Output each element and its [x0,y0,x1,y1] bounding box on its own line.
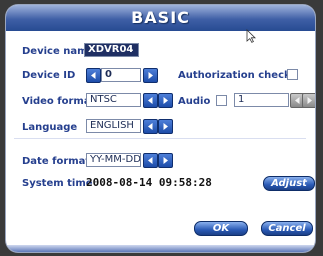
bottom-bar [6,245,315,252]
mouse-cursor-icon [246,29,256,43]
left-arrow-icon [148,123,153,130]
language-field[interactable]: ENGLISH [86,119,141,133]
left-arrow-icon [148,97,153,104]
adjust-button[interactable]: Adjust [263,176,315,191]
dialog-title: BASIC [131,8,190,27]
date-format-prev-button[interactable] [143,153,158,168]
video-format-label: Video format [22,96,96,107]
video-format-prev-button[interactable] [143,93,158,108]
right-arrow-icon [148,72,153,79]
video-format-field[interactable]: NTSC [86,93,141,107]
title-bar: BASIC [6,5,315,31]
ok-button[interactable]: OK [194,221,248,236]
date-format-field[interactable]: YY-MM-DD [86,153,141,167]
left-arrow-icon [295,97,300,104]
right-arrow-icon [307,97,312,104]
device-name-field[interactable]: XDVR04 [84,43,139,57]
right-arrow-icon [163,123,168,130]
audio-label: Audio [178,96,211,107]
language-next-button[interactable] [158,119,173,134]
right-arrow-icon [163,157,168,164]
device-id-field[interactable]: 0 [101,68,141,82]
audio-channel-field[interactable]: 1 [234,93,289,107]
system-time-label: System time [22,178,93,189]
language-label: Language [22,122,78,133]
device-id-prev-button[interactable] [86,68,101,83]
system-time-value[interactable]: 2008-08-14 09:58:28 [86,176,212,189]
basic-settings-dialog: BASIC Device name XDVR04 Device ID 0 Aut… [6,5,315,252]
audio-channel-next-button[interactable] [302,93,315,108]
date-format-next-button[interactable] [158,153,173,168]
right-arrow-icon [163,97,168,104]
video-format-next-button[interactable] [158,93,173,108]
section-divider [14,138,306,139]
cancel-button[interactable]: Cancel [261,221,313,236]
date-format-label: Date format [22,156,91,167]
authorization-check-label: Authorization check [178,70,291,81]
audio-checkbox[interactable] [216,95,227,106]
left-arrow-icon [91,72,96,79]
left-arrow-icon [148,157,153,164]
device-id-next-button[interactable] [143,68,158,83]
language-prev-button[interactable] [143,119,158,134]
authorization-check-checkbox[interactable] [287,69,298,80]
device-id-label: Device ID [22,70,76,81]
